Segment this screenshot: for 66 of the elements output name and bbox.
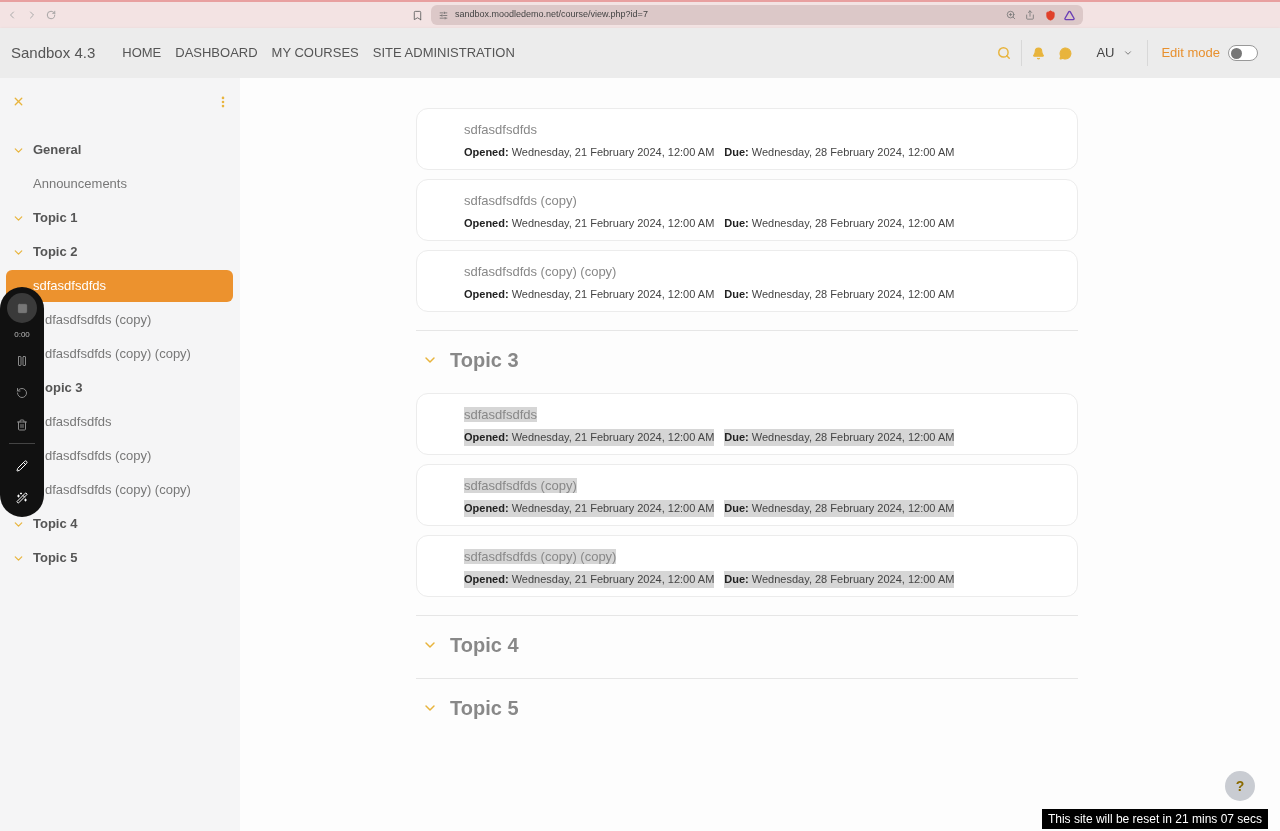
due-date: Due: Wednesday, 28 February 2024, 12:00 AM xyxy=(724,145,955,161)
chat-icon[interactable] xyxy=(1059,46,1073,60)
shield-icon[interactable] xyxy=(1045,9,1056,21)
due-date: Due: Wednesday, 28 February 2024, 12:00 AM xyxy=(724,429,955,446)
magic-wand-icon[interactable] xyxy=(16,492,28,504)
activity-name[interactable]: sdfasdfsdfds xyxy=(464,407,537,423)
due-date: Due: Wednesday, 28 February 2024, 12:00 AM xyxy=(724,571,955,588)
reset-notice: This site will be reset in 21 mins 07 secs xyxy=(1041,809,1268,829)
pencil-icon[interactable] xyxy=(16,460,28,472)
sidebar-item[interactable]: sdfasdfsdfds xyxy=(6,270,233,302)
sidebar-section-title[interactable]: Topic 1 xyxy=(33,208,78,228)
restart-icon[interactable] xyxy=(16,387,28,399)
section-title: Topic 3 xyxy=(450,348,519,373)
user-menu[interactable]: AU xyxy=(1096,43,1134,63)
activity-name[interactable]: sdfasdfsdfds xyxy=(464,122,537,138)
due-date: Due: Wednesday, 28 February 2024, 12:00 AM xyxy=(724,287,955,303)
opened-date: Opened: Wednesday, 21 February 2024, 12:00 AM xyxy=(464,216,715,232)
activity-name[interactable]: sdfasdfsdfds (copy) (copy) xyxy=(464,264,617,280)
bookmark-icon[interactable] xyxy=(412,9,423,21)
sidebar-item[interactable]: dfasdfsdfds (copy) xyxy=(45,304,152,336)
opened-date: Opened: Wednesday, 21 February 2024, 12:00 AM xyxy=(464,500,715,517)
reload-icon[interactable] xyxy=(46,10,56,20)
nav-link[interactable]: DASHBOARD xyxy=(175,43,258,63)
due-date: Due: Wednesday, 28 February 2024, 12:00 AM xyxy=(724,500,955,517)
site-brand[interactable]: Sandbox 4.3 xyxy=(11,41,96,65)
triangle-icon[interactable] xyxy=(1064,9,1075,21)
section-title: Topic 4 xyxy=(450,633,519,658)
sidebar-section-title[interactable]: Topic 4 xyxy=(33,514,78,534)
caret-icon xyxy=(1123,48,1134,58)
sidebar-section-title[interactable]: Topic 2 xyxy=(33,242,78,262)
opened-date: Opened: Wednesday, 21 February 2024, 12:00 AM xyxy=(464,429,715,446)
section-title: Topic 5 xyxy=(450,696,519,721)
stop-icon xyxy=(16,302,28,314)
opened-date: Opened: Wednesday, 21 February 2024, 12:00 AM xyxy=(464,145,715,161)
sidebar-item[interactable]: dfasdfsdfds (copy) xyxy=(45,440,152,472)
address-bar[interactable]: sandbox.moodledemo.net/course/view.php?id=7 xyxy=(431,5,1083,25)
recording-time: 0:00 xyxy=(14,329,30,341)
site-settings-icon xyxy=(439,10,448,20)
trash-icon[interactable] xyxy=(16,419,28,431)
pause-icon[interactable] xyxy=(16,355,28,367)
opened-date: Opened: Wednesday, 21 February 2024, 12:00 AM xyxy=(464,287,715,303)
activity-name[interactable]: sdfasdfsdfds (copy) xyxy=(464,478,577,494)
sidebar-section-title[interactable]: opic 3 xyxy=(45,378,83,398)
share-icon[interactable] xyxy=(1025,10,1035,20)
zoom-icon[interactable] xyxy=(1006,10,1016,20)
nav-link[interactable]: SITE ADMINISTRATION xyxy=(372,43,515,63)
nav-link[interactable]: MY COURSES xyxy=(271,43,359,63)
sidebar-section-title[interactable]: General xyxy=(33,140,82,160)
due-date: Due: Wednesday, 28 February 2024, 12:00 AM xyxy=(724,216,955,232)
sidebar-item[interactable]: dfasdfsdfds (copy) (copy) xyxy=(45,474,191,506)
sidebar-item[interactable]: dfasdfsdfds xyxy=(45,406,112,438)
close-icon[interactable] xyxy=(12,95,25,108)
edit-mode-toggle[interactable] xyxy=(1228,45,1258,61)
sidebar-section-title[interactable]: Topic 5 xyxy=(33,548,78,568)
activity-name[interactable]: sdfasdfsdfds (copy) (copy) xyxy=(464,549,617,565)
opened-date: Opened: Wednesday, 21 February 2024, 12:00 AM xyxy=(464,571,715,588)
stop-button[interactable] xyxy=(7,293,37,323)
bell-icon[interactable] xyxy=(1032,46,1046,60)
sidebar-item[interactable]: Announcements xyxy=(33,168,127,200)
sidebar-item[interactable]: dfasdfsdfds (copy) (copy) xyxy=(45,338,191,370)
edit-mode-label: Edit mode xyxy=(1161,44,1220,63)
url-text: sandbox.moodledemo.net/course/view.php?id=7 xyxy=(455,8,648,22)
nav-link[interactable]: HOME xyxy=(122,43,162,63)
activity-name[interactable]: sdfasdfsdfds (copy) xyxy=(464,193,577,209)
help-button[interactable]: ? xyxy=(1225,771,1255,801)
search-icon[interactable] xyxy=(997,46,1012,60)
